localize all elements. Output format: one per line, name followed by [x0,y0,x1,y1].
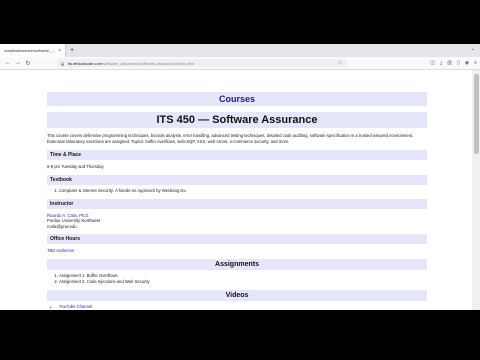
browser-tab[interactable]: ccsoftassurance/software_assurance × [0,44,66,57]
page-content: Courses ITS 450 — Software Assurance Thi… [0,70,472,310]
list-item: Computer & Internet Security: A hands-on… [59,188,427,194]
address-bar[interactable]: 🔒 its.ethicalcode.com /software_assuranc… [57,59,347,67]
bookmark-star-icon[interactable]: ☆ [338,60,342,66]
textbook-list: Computer & Internet Security: A hands-on… [47,188,427,194]
instructor-heading: Instructor [47,198,427,209]
reload-icon[interactable]: ↻ [23,60,33,67]
time-place-heading: Time & Place [47,150,427,160]
browser-window: ccsoftassurance/software_assurance × + ⌄… [0,44,480,310]
course-description: This course covers defensive programming… [47,133,414,144]
scrollbar-thumb[interactable] [474,74,479,154]
back-icon[interactable]: ← [3,60,13,66]
office-hours-heading: Office Hours [47,234,427,244]
library-icon[interactable]: ▥ [447,60,452,66]
url-path: /software_assurance/software-assurance/i… [102,60,195,66]
office-hours-text[interactable]: TBD Anderson [47,248,427,254]
instructor-email: rcalix@pnw.edu [47,223,77,229]
tab-title: ccsoftassurance/software_assurance [4,48,56,53]
assignments-list: Assignment 1: Buffer Overflows Assignmen… [47,273,427,285]
url-host: its.ethicalcode.com [67,60,102,66]
instructor-info: Ricardo A. Calix, Ph.D. Purdue Universit… [47,213,427,230]
lock-icon: 🔒 [60,60,65,66]
download-icon[interactable]: ⤓ [440,60,442,66]
close-tab-icon[interactable]: × [58,48,61,54]
extension-icon[interactable]: ◉ [465,60,469,66]
videos-heading: Videos [47,289,427,301]
pocket-icon[interactable]: ◫ [430,60,435,66]
list-item[interactable]: Assignment 2: Code Injections and Web Se… [59,279,427,285]
time-place-text: 6-9 pm Tuesday and Thursday [47,164,104,169]
page-title: ITS 450 — Software Assurance [47,112,427,128]
new-tab-button[interactable]: + [66,47,78,54]
youtube-channel-link[interactable]: YouTube Channel [59,304,427,310]
tab-list-chevron-icon[interactable]: ⌄ [471,46,475,52]
sidebar-icon[interactable]: ▯ [457,60,460,66]
tab-bar: ccsoftassurance/software_assurance × + ⌄ [0,44,480,57]
menu-icon[interactable]: ≡ [474,60,477,66]
assignments-heading: Assignments [47,258,427,270]
navigation-bar: ← → ↻ 🔒 its.ethicalcode.com /software_as… [0,57,480,70]
forward-icon[interactable]: → [13,60,23,66]
courses-banner: Courses [47,92,427,106]
textbook-heading: Textbook [47,174,427,185]
videos-list: YouTube Channel [47,304,427,310]
